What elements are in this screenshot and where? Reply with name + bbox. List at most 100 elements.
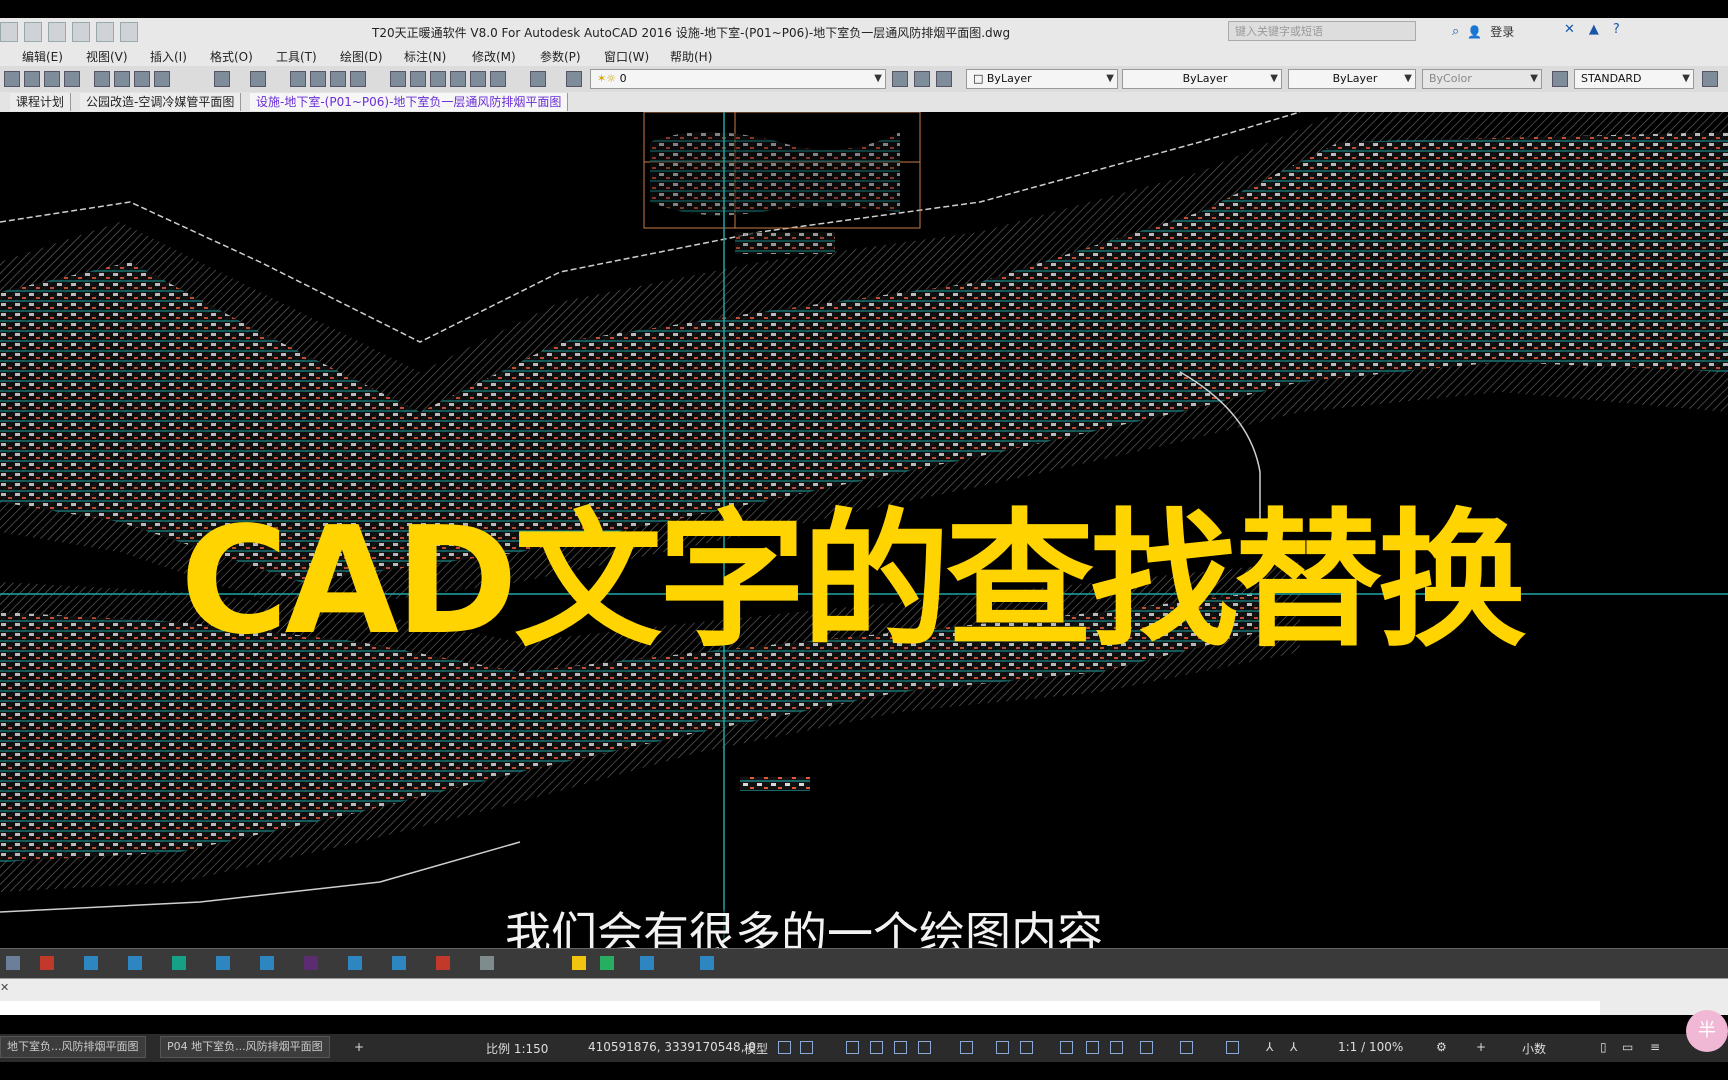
login-area[interactable]: ⌕ 👤 登录 xyxy=(1452,23,1514,40)
drawing-canvas[interactable]: CAD文字的查找替换 我们会有很多的一个绘图内容 xyxy=(0,112,1728,948)
pan-icon[interactable] xyxy=(290,71,306,87)
paste-icon[interactable] xyxy=(134,71,150,87)
markup-icon[interactable] xyxy=(470,71,486,87)
hardware-acceleration-icon[interactable]: ▭ xyxy=(1622,1040,1633,1054)
menu-view[interactable]: 视图(V) xyxy=(86,48,128,65)
3d-osnap-icon[interactable] xyxy=(1110,1041,1123,1054)
menu-modify[interactable]: 修改(M) xyxy=(472,48,516,65)
layout-tab[interactable]: 地下室负...风防排烟平面图 xyxy=(0,1036,146,1058)
tool-icon[interactable] xyxy=(84,956,98,970)
exchange-icon[interactable]: ✕ xyxy=(1564,22,1575,37)
binoculars-icon[interactable]: ⌕ xyxy=(1452,24,1459,39)
menu-draw[interactable]: 绘图(D) xyxy=(340,48,383,65)
open-icon[interactable] xyxy=(24,71,40,87)
search-input[interactable]: 键入关键字或短语 xyxy=(1228,21,1416,41)
tool-icon[interactable] xyxy=(392,956,406,970)
tool-icon[interactable] xyxy=(304,956,318,970)
gizmo-icon[interactable] xyxy=(1226,1041,1239,1054)
zoom-window-icon[interactable] xyxy=(330,71,346,87)
redo-icon[interactable] xyxy=(120,22,138,42)
annotation-scale[interactable]: 1:1 / 100% xyxy=(1338,1040,1403,1054)
zoom-realtime-icon[interactable] xyxy=(310,71,326,87)
otrack-icon[interactable] xyxy=(996,1041,1009,1054)
print-icon[interactable] xyxy=(72,22,90,42)
plus-icon[interactable]: + xyxy=(1476,1040,1486,1054)
layer-dropdown[interactable]: ✶☼ 0 ▼ xyxy=(590,69,886,89)
cut-icon[interactable] xyxy=(94,71,110,87)
command-input[interactable] xyxy=(0,1001,1600,1015)
color-dropdown[interactable]: □ ByLayer ▼ xyxy=(966,69,1118,89)
undo-icon[interactable] xyxy=(214,71,230,87)
layer-state-icon[interactable] xyxy=(936,71,952,87)
selection-cycling-icon[interactable] xyxy=(1086,1041,1099,1054)
grid-icon[interactable] xyxy=(778,1041,791,1054)
dynamic-input-icon[interactable] xyxy=(870,1041,883,1054)
menu-parameters[interactable]: 参数(P) xyxy=(540,48,581,65)
plot-icon[interactable] xyxy=(64,71,80,87)
menu-edit[interactable]: 编辑(E) xyxy=(22,48,63,65)
model-space-button[interactable]: 模型 xyxy=(744,1040,768,1057)
add-layout-icon[interactable]: + xyxy=(354,1040,364,1054)
a360-icon[interactable]: ▲ xyxy=(1589,22,1599,37)
lineweight-dropdown[interactable]: ByLayer ▼ xyxy=(1288,69,1416,89)
transparency-icon[interactable] xyxy=(1060,1041,1073,1054)
scale-readout[interactable]: 比例 1:150 xyxy=(486,1040,548,1057)
file-tab-active[interactable]: 设施-地下室-(P01~P06)-地下室负一层通风防排烟平面图 xyxy=(250,93,569,111)
tool-palettes-icon[interactable] xyxy=(430,71,446,87)
menu-dimension[interactable]: 标注(N) xyxy=(404,48,446,65)
layer-previous-icon[interactable] xyxy=(914,71,930,87)
menu-tools[interactable]: 工具(T) xyxy=(276,48,317,65)
text-style-icon[interactable] xyxy=(1552,71,1568,87)
textstyle-dropdown[interactable]: STANDARD ▼ xyxy=(1574,69,1694,89)
file-tab-course-plan[interactable]: 课程计划 xyxy=(10,93,72,111)
tool-icon[interactable] xyxy=(260,956,274,970)
quickcalc-icon[interactable] xyxy=(490,71,506,87)
save-icon[interactable] xyxy=(44,71,60,87)
design-center-icon[interactable] xyxy=(410,71,426,87)
tool-icon[interactable] xyxy=(600,956,614,970)
help-icon[interactable] xyxy=(530,71,546,87)
make-current-layer-icon[interactable] xyxy=(892,71,908,87)
tool-icon[interactable] xyxy=(6,956,20,970)
match-properties-icon[interactable] xyxy=(154,71,170,87)
save-icon[interactable] xyxy=(48,22,66,42)
layer-properties-icon[interactable] xyxy=(566,71,582,87)
tool-icon[interactable] xyxy=(640,956,654,970)
linetype-dropdown[interactable]: ByLayer ▼ xyxy=(1122,69,1282,89)
dimstyle-icon[interactable] xyxy=(1702,71,1718,87)
ortho-icon[interactable] xyxy=(894,1041,907,1054)
undo-icon[interactable] xyxy=(96,22,114,42)
menu-format[interactable]: 格式(O) xyxy=(210,48,253,65)
qnew-icon[interactable] xyxy=(4,71,20,87)
tool-icon[interactable] xyxy=(572,956,586,970)
sheet-set-icon[interactable] xyxy=(450,71,466,87)
polar-icon[interactable] xyxy=(918,1041,931,1054)
units-readout[interactable]: 小数 xyxy=(1522,1040,1546,1057)
osnap-icon[interactable] xyxy=(960,1041,973,1054)
login-label[interactable]: 登录 xyxy=(1490,23,1514,40)
menu-help[interactable]: 帮助(H) xyxy=(670,48,712,65)
new-file-icon[interactable] xyxy=(0,22,18,42)
annotation-visibility-icon[interactable]: ⅄ xyxy=(1266,1040,1273,1054)
open-file-icon[interactable] xyxy=(24,22,42,42)
tool-icon[interactable] xyxy=(128,956,142,970)
menu-insert[interactable]: 插入(I) xyxy=(150,48,187,65)
auto-scale-icon[interactable]: ⅄ xyxy=(1290,1040,1297,1054)
tool-icon[interactable] xyxy=(40,956,54,970)
lineweight-icon[interactable] xyxy=(1020,1041,1033,1054)
gear-icon[interactable]: ⚙ xyxy=(1436,1040,1447,1054)
menu-window[interactable]: 窗口(W) xyxy=(604,48,649,65)
file-tab-park[interactable]: 公园改造-空调冷媒管平面图 xyxy=(80,93,242,111)
properties-icon[interactable] xyxy=(390,71,406,87)
snap-icon[interactable] xyxy=(800,1041,813,1054)
selection-filter-icon[interactable] xyxy=(1180,1041,1193,1054)
copy-icon[interactable] xyxy=(114,71,130,87)
tool-icon[interactable] xyxy=(700,956,714,970)
isolate-icon[interactable]: ▯ xyxy=(1600,1040,1607,1054)
redo-icon[interactable] xyxy=(250,71,266,87)
tool-icon[interactable] xyxy=(436,956,450,970)
help-icon[interactable]: ? xyxy=(1613,22,1620,37)
tool-icon[interactable] xyxy=(172,956,186,970)
tool-icon[interactable] xyxy=(348,956,362,970)
tool-icon[interactable] xyxy=(216,956,230,970)
